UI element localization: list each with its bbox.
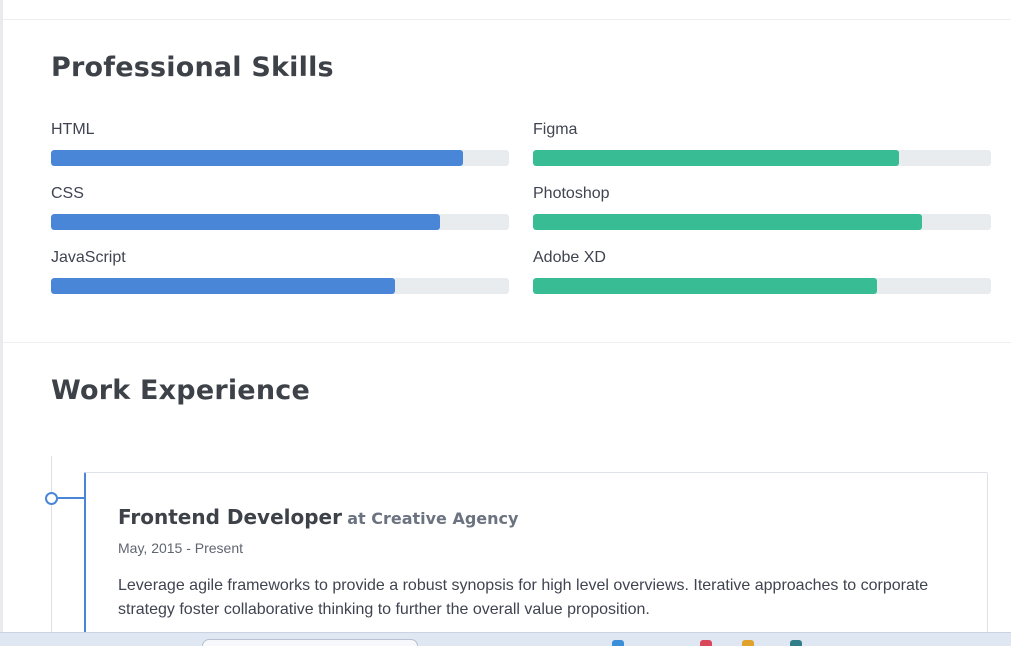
skill-bar-track [533,150,991,166]
skill-bar-fill [51,150,464,166]
os-taskbar[interactable] [0,632,1011,646]
skill-bar-track [51,278,509,294]
taskbar-app-icon[interactable] [700,640,712,646]
timeline-dot-icon [45,492,58,505]
skill-bar-fill [51,278,395,294]
section-divider-middle [3,342,1011,343]
job-card: Frontend Developer at Creative Agency Ma… [84,472,988,646]
taskbar-app-icon[interactable] [742,640,754,646]
skill-bar-track [51,214,509,230]
timeline-line [51,456,52,646]
skill-figma: Figma [533,118,991,182]
taskbar-search-box[interactable] [202,639,418,646]
skill-bar-track [533,278,991,294]
skill-javascript: JavaScript [51,246,509,310]
left-border [0,0,3,646]
job-dates: May, 2015 - Present [118,540,244,556]
section-divider-top [3,19,1011,20]
skill-bar-track [533,214,991,230]
skill-label: JavaScript [51,249,126,266]
skill-label: Adobe XD [533,249,606,266]
skill-adobe-xd: Adobe XD [533,246,991,310]
skills-section-title: Professional Skills [51,52,334,83]
skill-bar-fill [533,214,923,230]
skill-bar-fill [533,150,900,166]
experience-section-title: Work Experience [51,375,310,406]
skill-css: CSS [51,182,509,246]
skill-label: CSS [51,185,84,202]
skill-label: Figma [533,121,578,138]
skill-label: HTML [51,121,95,138]
job-description: Leverage agile frameworks to provide a r… [118,577,929,618]
taskbar-app-icon[interactable] [612,640,624,646]
skill-bar-track [51,150,509,166]
skill-html: HTML [51,118,509,182]
skills-grid: HTML Figma CSS Photoshop JavaScript Adob… [51,118,991,310]
resume-page: Professional Skills HTML Figma CSS Photo… [0,0,1011,646]
job-company: at Creative Agency [347,509,519,528]
job-role: Frontend Developer [118,505,342,529]
skill-bar-fill [533,278,877,294]
taskbar-app-icon[interactable] [790,640,802,646]
skill-bar-fill [51,214,441,230]
job-title: Frontend Developer at Creative Agency [118,505,518,529]
skill-label: Photoshop [533,185,610,202]
skill-photoshop: Photoshop [533,182,991,246]
timeline-connector [58,497,85,499]
